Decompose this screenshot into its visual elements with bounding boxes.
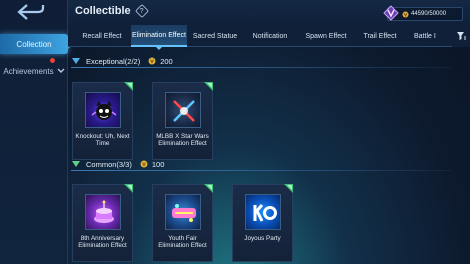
rarity-corner [124, 82, 133, 91]
section-triangle-icon [72, 58, 80, 64]
help-icon[interactable]: ? [134, 3, 150, 19]
youth-fair-icon [165, 194, 201, 230]
tab-spawn-effect[interactable]: Spawn Effect [301, 25, 351, 47]
sidebar-item-label: Collection [16, 39, 52, 49]
collectible-card[interactable]: MLBB X Star Wars Elimination Effect [152, 82, 213, 160]
tab-notification[interactable]: Notification [246, 25, 294, 47]
collectible-name: Joyous Party [244, 235, 281, 242]
collectible-card[interactable]: 8th Anniversary Elimination Effect [72, 184, 133, 262]
sidebar-item-collection[interactable]: Collection [0, 34, 73, 54]
header: Collectible ? 44590/50000 [68, 0, 470, 25]
sidebar: Collection Achievements [0, 0, 73, 264]
sidebar-item-achievements[interactable]: Achievements [0, 61, 68, 81]
gold-coin-icon [402, 11, 409, 17]
collectible-name: MLBB X Star Wars Elimination Effect [156, 133, 209, 148]
section-points: 100 [151, 159, 165, 169]
chevron-down-icon [57, 68, 65, 73]
section-header-common: Common(3/3) 100 [71, 158, 451, 171]
collectible-name: Knockout: Uh, Next Time [75, 133, 130, 148]
collectible-card[interactable]: Joyous Party [232, 184, 293, 262]
section-points: 200 [160, 56, 173, 66]
section-triangle-icon [72, 161, 80, 167]
collectible-card[interactable]: Youth Fair Elimination Effect [152, 184, 213, 262]
tab-battle[interactable]: Battle I [414, 25, 444, 47]
purple-cake-icon [85, 194, 121, 230]
rarity-corner [284, 184, 293, 193]
collectible-name: 8th Anniversary Elimination Effect [78, 235, 127, 250]
collectible-card[interactable]: Knockout: Uh, Next Time [72, 82, 133, 160]
back-arrow-icon [17, 4, 45, 20]
notification-dot [50, 58, 55, 63]
currency-display: 44590/50000 [383, 5, 463, 21]
gold-coin-icon [148, 57, 156, 65]
tab-bar: Recall Effect Elimination Effect Sacred … [68, 25, 470, 50]
section-title: Exceptional(2/2) [86, 56, 141, 66]
rarity-corner [204, 82, 213, 91]
section-header-exceptional: Exceptional(2/2) 200 [71, 55, 451, 68]
section-title: Common(3/3) [86, 159, 132, 169]
filter-icon [456, 32, 466, 40]
currency-value: 44590/50000 [411, 11, 447, 17]
gold-coin-icon [140, 160, 148, 168]
collection-points-icon [383, 5, 399, 21]
section-divider [71, 67, 451, 68]
tab-trail-effect[interactable]: Trail Effect [358, 25, 402, 47]
section-divider [71, 170, 451, 171]
collectible-name: Youth Fair Elimination Effect [158, 235, 207, 250]
rarity-corner [204, 184, 213, 193]
sidebar-item-label: Achievements [3, 66, 54, 76]
rarity-corner [124, 184, 133, 193]
crossed-sabers-icon [165, 92, 201, 128]
dark-bat-icon [85, 92, 121, 128]
tab-recall-effect[interactable]: Recall Effect [74, 25, 130, 47]
back-button[interactable] [11, 1, 51, 23]
ko-party-icon [245, 194, 281, 230]
filter-button[interactable] [452, 25, 470, 47]
tab-elimination-effect[interactable]: Elimination Effect [131, 25, 187, 50]
tab-sacred-statue[interactable]: Sacred Statue [189, 25, 241, 47]
page-title: Collectible [75, 5, 131, 17]
